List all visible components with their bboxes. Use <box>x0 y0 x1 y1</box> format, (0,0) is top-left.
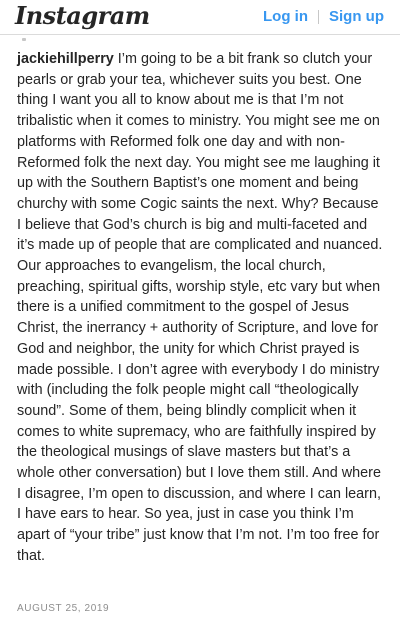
top-navigation-bar: Instagram Log in Sign up <box>0 0 400 35</box>
post-username-link[interactable]: jackiehillperry <box>17 51 114 67</box>
instagram-logo[interactable]: Instagram <box>15 1 150 31</box>
post-caption: jackiehillperry I’m going to be a bit fr… <box>17 49 384 567</box>
post-timestamp[interactable]: AUGUST 25, 2019 <box>17 603 109 614</box>
login-link[interactable]: Log in <box>263 8 308 26</box>
instagram-post-page: Instagram Log in Sign up jackiehillperry… <box>0 0 400 622</box>
auth-divider <box>318 10 319 24</box>
signup-link[interactable]: Sign up <box>329 8 384 26</box>
scroll-indicator <box>22 38 26 41</box>
post-caption-text: I’m going to be a bit frank so clutch yo… <box>17 51 383 564</box>
auth-links: Log in Sign up <box>263 8 384 26</box>
